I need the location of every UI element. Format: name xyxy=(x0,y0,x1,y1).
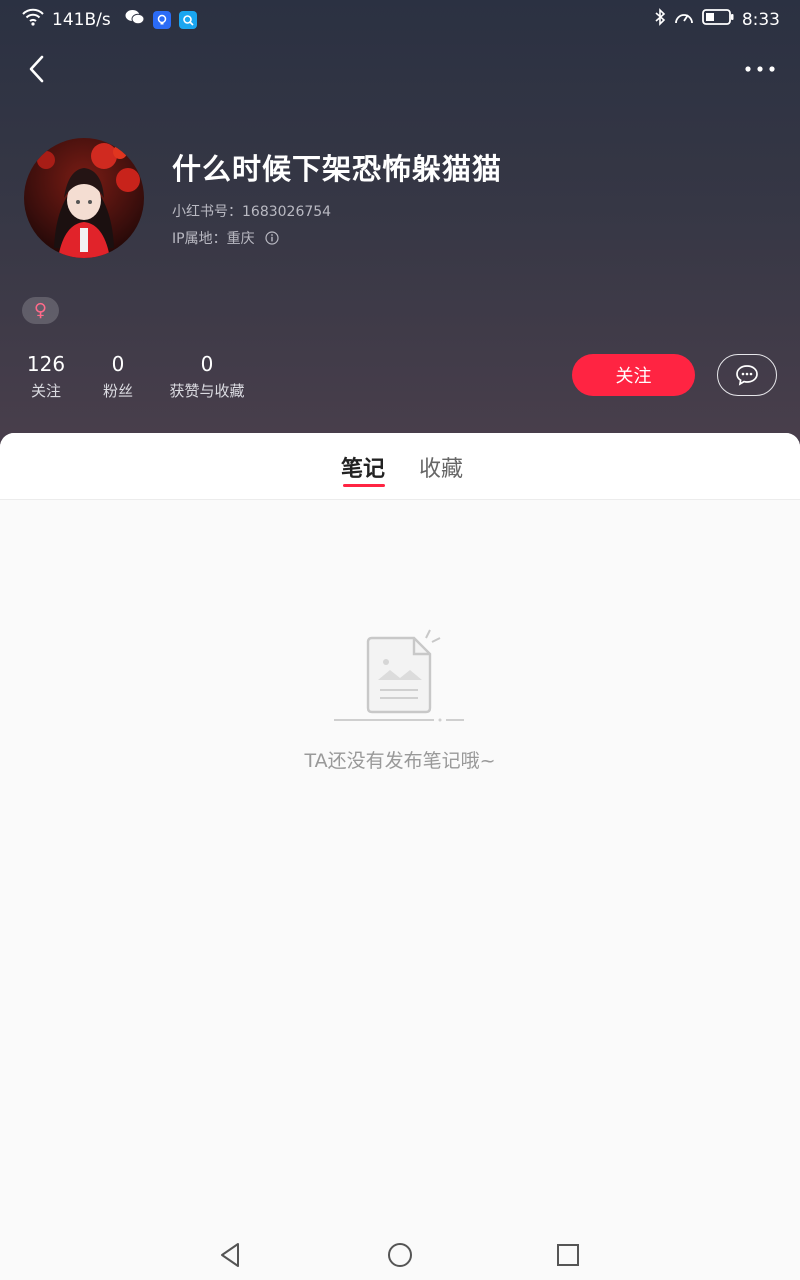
nav-home-button[interactable] xyxy=(385,1240,415,1270)
wifi-icon xyxy=(22,8,44,31)
avatar[interactable] xyxy=(24,138,144,258)
stat-following[interactable]: 126 关注 xyxy=(26,352,66,401)
likes-collections-label: 获赞与收藏 xyxy=(169,382,245,400)
followers-label: 粉丝 xyxy=(102,382,133,400)
ip-label: IP属地： xyxy=(172,231,227,247)
wechat-icon xyxy=(125,9,145,30)
active-tab-indicator xyxy=(343,484,385,487)
battery-icon xyxy=(701,8,734,31)
stat-likes-collections[interactable]: 0 获赞与收藏 xyxy=(164,352,250,401)
chevron-left-icon xyxy=(29,55,44,83)
info-icon[interactable] xyxy=(264,231,279,245)
system-navigation-bar xyxy=(0,1230,800,1280)
following-label: 关注 xyxy=(30,382,61,400)
triangle-back-icon xyxy=(221,1243,239,1267)
tab-collections[interactable]: 收藏 xyxy=(419,451,463,483)
following-count: 126 xyxy=(26,352,66,376)
speed-icon xyxy=(674,8,694,31)
blue-app-icon xyxy=(152,10,171,29)
search-app-icon xyxy=(178,10,197,29)
circle-home-icon xyxy=(388,1243,412,1267)
follow-button[interactable]: 关注 xyxy=(572,354,695,396)
more-options-button[interactable] xyxy=(740,52,780,86)
more-dots-icon xyxy=(745,66,775,72)
empty-notes-message: TA还没有发布笔记哦~ xyxy=(304,750,496,772)
bluetooth-icon xyxy=(654,8,666,31)
ip-location-line: IP属地：重庆 xyxy=(172,228,279,248)
red-id-label: 小红书号： xyxy=(172,204,242,220)
square-recents-icon xyxy=(557,1244,579,1266)
empty-notes-illustration xyxy=(334,628,468,728)
female-icon: ♀ xyxy=(33,299,48,321)
red-id-value: 1683026754 xyxy=(242,204,332,220)
back-button[interactable] xyxy=(18,50,54,88)
likes-collections-count: 0 xyxy=(200,352,214,376)
gender-tag: ♀ xyxy=(22,297,59,324)
status-bar: 141B/s 8:33 xyxy=(0,0,800,38)
nav-recents-button[interactable] xyxy=(553,1240,583,1270)
nav-back-button[interactable] xyxy=(215,1240,245,1270)
nickname: 什么时候下架恐怖躲猫猫 xyxy=(172,152,503,186)
tab-notes[interactable]: 笔记 xyxy=(341,451,385,483)
network-speed: 141B/s xyxy=(52,9,111,30)
content-panel: 笔记 收藏 TA还没有发布笔记哦~ xyxy=(0,433,800,1230)
red-id-line: 小红书号：1683026754 xyxy=(172,201,331,221)
followers-count: 0 xyxy=(111,352,125,376)
clock: 8:33 xyxy=(741,9,780,30)
message-button[interactable] xyxy=(717,354,777,396)
ip-value: 重庆 xyxy=(226,231,255,247)
stat-followers[interactable]: 0 粉丝 xyxy=(100,352,136,401)
chat-bubble-icon xyxy=(736,365,758,386)
tab-bar: 笔记 收藏 xyxy=(0,433,800,500)
